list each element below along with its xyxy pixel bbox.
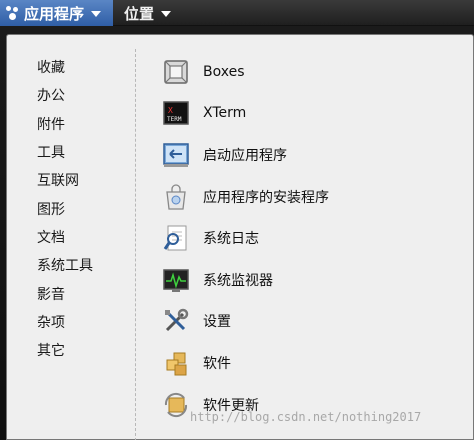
menu-divider <box>135 49 136 440</box>
settings-icon <box>161 306 191 336</box>
app-item-label: 系统日志 <box>203 231 259 248</box>
category-item[interactable]: 图形 <box>37 194 127 222</box>
category-item[interactable]: 文档 <box>37 223 127 251</box>
chevron-down-icon <box>161 11 172 17</box>
app-item-label: 设置 <box>203 314 231 331</box>
category-item[interactable]: 互联网 <box>37 166 127 194</box>
system-log-icon <box>161 223 191 253</box>
category-item[interactable]: 收藏 <box>37 53 127 81</box>
svg-text:TERM: TERM <box>167 116 182 123</box>
gnome-foot-icon <box>6 6 20 20</box>
app-item-label: XTerm <box>203 105 247 122</box>
app-list: Boxes XTERM XTerm 启动应用程序 应用程序的安装程序 系统日志 <box>161 51 461 425</box>
places-menu-label: 位置 <box>124 4 155 23</box>
software-icon <box>161 348 191 378</box>
category-item[interactable]: 附件 <box>37 110 127 138</box>
applications-menu-button[interactable]: 应用程序 <box>0 0 113 26</box>
app-item-system-log[interactable]: 系统日志 <box>161 217 461 259</box>
category-item[interactable]: 影音 <box>37 279 127 307</box>
app-item-boxes[interactable]: Boxes <box>161 51 461 93</box>
app-item-software-installer[interactable]: 应用程序的安装程序 <box>161 176 461 218</box>
app-item-system-monitor[interactable]: 系统监视器 <box>161 259 461 301</box>
app-item-startup-applications[interactable]: 启动应用程序 <box>161 134 461 176</box>
svg-text:X: X <box>168 106 173 115</box>
app-item-label: 应用程序的安装程序 <box>203 189 329 206</box>
app-item-label: 启动应用程序 <box>203 147 287 164</box>
software-installer-icon <box>161 182 191 212</box>
category-item[interactable]: 杂项 <box>37 308 127 336</box>
xterm-icon: X TERM <box>161 98 191 128</box>
app-item-label: 软件 <box>203 355 231 372</box>
applications-menu-label: 应用程序 <box>24 4 85 23</box>
app-item-software[interactable]: 软件 <box>161 342 461 384</box>
places-menu-button[interactable]: 位置 <box>118 0 178 26</box>
category-item[interactable]: 工具 <box>37 138 127 166</box>
startup-applications-icon <box>161 140 191 170</box>
top-panel: 应用程序 位置 <box>0 0 474 26</box>
category-list: 收藏 办公 附件 工具 互联网 图形 文档 系统工具 影音 杂项 其它 <box>37 53 127 364</box>
boxes-icon <box>161 57 191 87</box>
watermark-text: http://blog.csdn.net/nothing2017 <box>190 410 422 424</box>
applications-menu-panel: 收藏 办公 附件 工具 互联网 图形 文档 系统工具 影音 杂项 其它 Boxe… <box>6 34 474 440</box>
software-update-icon <box>161 390 191 420</box>
category-item[interactable]: 其它 <box>37 336 127 364</box>
chevron-down-icon <box>91 11 102 17</box>
app-item-settings[interactable]: 设置 <box>161 301 461 343</box>
category-item[interactable]: 系统工具 <box>37 251 127 279</box>
app-item-xterm[interactable]: X TERM XTerm <box>161 93 461 135</box>
system-monitor-icon <box>161 265 191 295</box>
category-item[interactable]: 办公 <box>37 81 127 109</box>
app-item-label: 系统监视器 <box>203 272 273 289</box>
app-item-label: Boxes <box>203 63 245 80</box>
